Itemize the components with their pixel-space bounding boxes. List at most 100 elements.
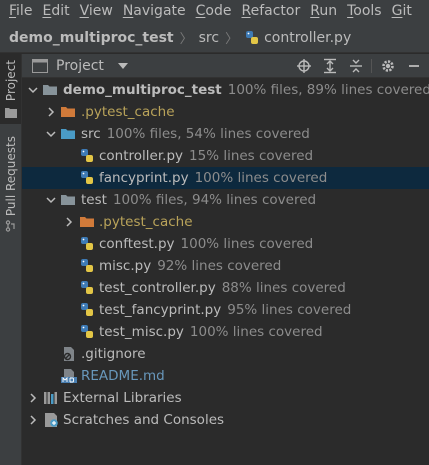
tree-item-label: .pytest_cache (81, 104, 175, 120)
tree-item-label: test (81, 192, 107, 208)
menu-navigate[interactable]: Navigate (118, 0, 191, 23)
chevron-right-icon: 〉 (225, 32, 239, 47)
python-file-icon (81, 281, 93, 294)
project-panel-header: Project (22, 54, 429, 78)
hide-icon[interactable] (406, 58, 422, 74)
chevron-right-icon: 〉 (179, 32, 193, 47)
tree-item-fancyprint-py[interactable]: fancyprint.py 100% lines covered (22, 167, 429, 189)
folder-icon (4, 108, 17, 119)
python-file-icon (81, 325, 93, 338)
coverage-text: 100% lines covered (180, 236, 314, 252)
tree-item-controller-py[interactable]: controller.py 15% lines covered (22, 145, 429, 167)
chevron-down-icon[interactable] (117, 62, 128, 69)
chevron-right-icon[interactable] (64, 217, 74, 227)
project-view-selector[interactable]: Project (56, 58, 104, 74)
markdown-file-icon (61, 369, 77, 383)
python-file-icon (81, 303, 93, 316)
tree-item-label: .pytest_cache (99, 214, 193, 230)
menu-code[interactable]: Code (191, 0, 237, 23)
tree-item-pytest-cache[interactable]: .pytest_cache (22, 101, 429, 123)
tree-item-scratches-and-consoles[interactable]: Scratches and Consoles (22, 409, 429, 431)
library-icon (44, 392, 57, 404)
tree-item-label: Scratches and Consoles (63, 412, 225, 428)
tree-item-label: .gitignore (81, 346, 146, 362)
menu-git[interactable]: Git (387, 0, 417, 23)
tree-item-src[interactable]: src 100% files, 54% lines covered (22, 123, 429, 145)
tree-item-root[interactable]: demo_multiproc_test 100% files, 89% lines… (22, 79, 429, 101)
coverage-text: 95% lines covered (227, 302, 352, 318)
excluded-folder-icon (80, 217, 94, 227)
coverage-text: 100% files, 54% lines covered (106, 126, 310, 142)
tree-item-gitignore[interactable]: .gitignore (22, 343, 429, 365)
menu-file[interactable]: File (4, 0, 37, 23)
python-file-icon (81, 237, 93, 250)
menu-tools[interactable]: Tools (342, 0, 387, 23)
tree-item-label: conftest.py (99, 236, 175, 252)
coverage-text: 88% lines covered (221, 280, 346, 296)
coverage-text: 100% files, 89% lines covered (227, 82, 429, 98)
python-file-icon (81, 171, 93, 184)
coverage-text: 92% lines covered (157, 258, 282, 274)
tree-item-pytest-cache[interactable]: .pytest_cache (22, 211, 429, 233)
expand-all-icon[interactable] (322, 58, 338, 74)
coverage-text: 15% lines covered (189, 148, 314, 164)
menu-view[interactable]: View (75, 0, 118, 23)
tree-item-label: test_misc.py (99, 324, 184, 340)
coverage-text: 100% files, 94% lines covered (112, 192, 317, 208)
locate-icon[interactable] (296, 58, 312, 74)
chevron-right-icon[interactable] (28, 415, 38, 425)
tree-item-label: controller.py (99, 148, 184, 164)
python-file-icon (246, 30, 259, 44)
tree-item-test-fancyprint-py[interactable]: test_fancyprint.py 95% lines covered (22, 299, 429, 321)
chevron-down-icon[interactable] (46, 129, 56, 139)
tree-item-test-misc-py[interactable]: test_misc.py 100% lines covered (22, 321, 429, 343)
menu-bar: File Edit View Navigate Code Refactor Ru… (0, 0, 429, 23)
tree-item-test[interactable]: test 100% files, 94% lines covered (22, 189, 429, 211)
tree-item-label: README.md (81, 368, 165, 384)
menu-refactor[interactable]: Refactor (236, 0, 305, 23)
tree-item-misc-py[interactable]: misc.py 92% lines covered (22, 255, 429, 277)
tree-item-label: src (81, 126, 101, 142)
project-tool-tab-label: Project (3, 60, 18, 102)
breadcrumb-project[interactable]: demo_multiproc_test (9, 30, 174, 46)
tree-item-conftest-py[interactable]: conftest.py 100% lines covered (22, 233, 429, 255)
pull-request-icon (5, 220, 15, 232)
tree-item-label: misc.py (99, 258, 152, 274)
pull-requests-tool-tab-label: Pull Requests (3, 136, 18, 217)
scratches-icon (45, 413, 58, 427)
chevron-down-icon[interactable] (46, 195, 56, 205)
tree-item-label: fancyprint.py (99, 170, 189, 186)
toolbar-divider (371, 59, 372, 73)
menu-run[interactable]: Run (305, 0, 342, 23)
menu-edit[interactable]: Edit (37, 0, 74, 23)
gear-icon[interactable] (380, 58, 396, 74)
chevron-right-icon[interactable] (46, 107, 56, 117)
breadcrumb-file[interactable]: controller.py (264, 30, 351, 46)
coverage-text: 100% lines covered (194, 170, 328, 186)
chevron-right-icon[interactable] (28, 393, 38, 403)
tree-item-test-controller-py[interactable]: test_controller.py 88% lines covered (22, 277, 429, 299)
tree-item-external-libraries[interactable]: External Libraries (22, 387, 429, 409)
tree-item-label: External Libraries (63, 390, 182, 406)
chevron-down-icon[interactable] (28, 85, 38, 95)
python-file-icon (81, 149, 93, 162)
project-tool-tab[interactable]: Project (0, 54, 21, 124)
collapse-all-icon[interactable] (348, 58, 364, 74)
tree-item-label: test_controller.py (99, 280, 216, 296)
project-tree: demo_multiproc_test 100% files, 89% lines… (22, 79, 429, 465)
folder-icon (61, 195, 75, 205)
excluded-folder-icon (61, 107, 75, 117)
project-folder-icon (32, 58, 48, 73)
tree-item-label: test_fancyprint.py (99, 302, 222, 318)
breadcrumb: demo_multiproc_test 〉 src 〉 controller.p… (0, 23, 429, 53)
python-file-icon (81, 259, 93, 272)
breadcrumb-folder[interactable]: src (199, 30, 219, 46)
tree-item-label: demo_multiproc_test (63, 82, 222, 98)
source-folder-icon (61, 129, 75, 139)
tree-item-readme-md[interactable]: README.md (22, 365, 429, 387)
pull-requests-tool-tab[interactable]: Pull Requests (0, 136, 21, 246)
ignore-file-icon (63, 347, 74, 361)
coverage-text: 100% lines covered (189, 324, 323, 340)
left-tool-strip: Project Pull Requests (0, 54, 22, 465)
folder-icon (43, 85, 57, 95)
